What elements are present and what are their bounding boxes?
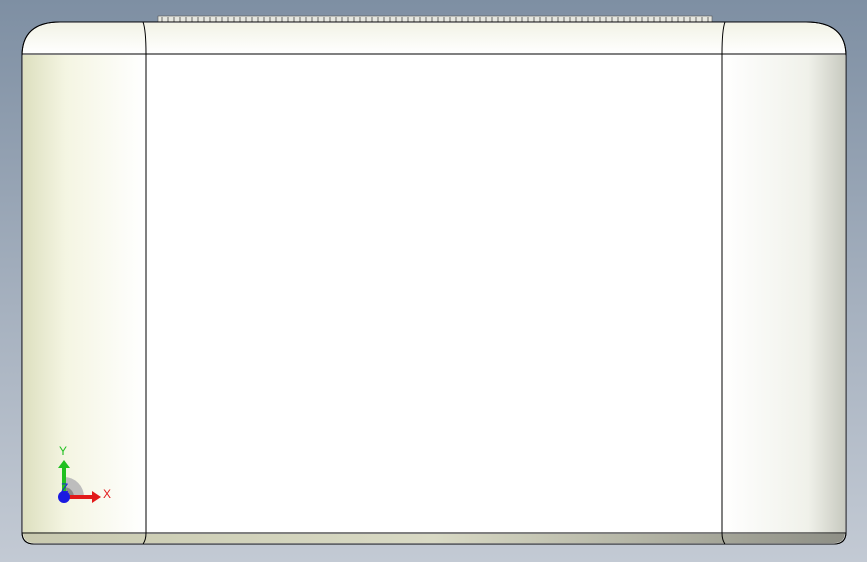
x-axis-arrowhead [92,491,101,503]
y-axis-arrowhead [58,460,70,468]
y-axis-label: Y [59,444,67,458]
reference-triad: Y X Z [50,440,120,510]
z-axis-label: Z [61,481,68,495]
right-fillet-face [722,55,845,534]
graphics-viewport[interactable]: Y X Z [0,0,867,562]
x-axis-label: X [103,487,111,501]
model-view[interactable] [0,0,867,562]
